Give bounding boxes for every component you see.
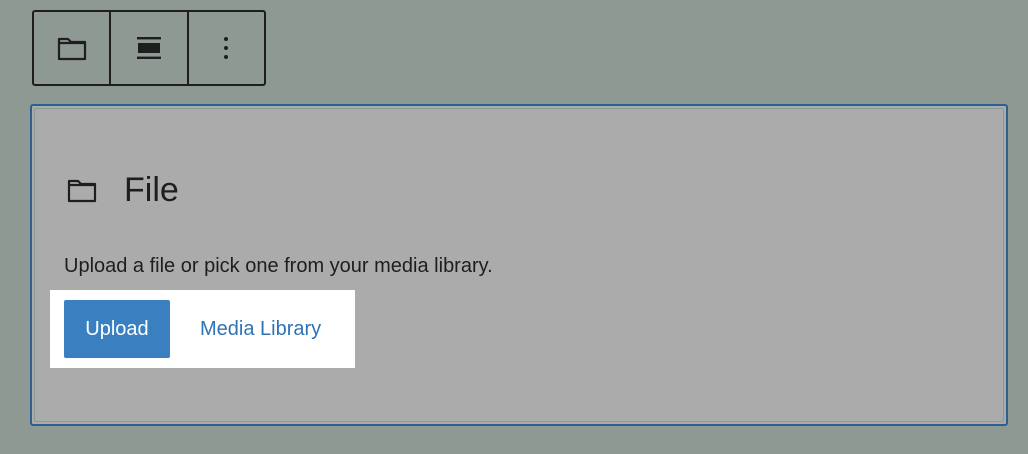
align-button[interactable] <box>109 12 186 84</box>
block-toolbar <box>32 10 266 86</box>
file-block-placeholder[interactable]: File Upload a file or pick one from your… <box>30 104 1008 426</box>
upload-button[interactable]: Upload <box>64 300 170 358</box>
placeholder-title: File <box>124 171 179 209</box>
editor-canvas: File Upload a file or pick one from your… <box>0 0 1028 454</box>
placeholder-actions: Upload Media Library <box>50 290 355 368</box>
placeholder-label: File <box>66 170 179 210</box>
align-wide-icon <box>136 37 161 59</box>
folder-icon <box>66 174 98 206</box>
folder-icon <box>57 37 86 61</box>
placeholder-instructions: Upload a file or pick one from your medi… <box>64 255 493 277</box>
more-vertical-icon <box>224 37 229 59</box>
media-library-button[interactable]: Media Library <box>200 318 321 341</box>
block-type-button[interactable] <box>34 12 109 84</box>
options-button[interactable] <box>186 12 264 84</box>
